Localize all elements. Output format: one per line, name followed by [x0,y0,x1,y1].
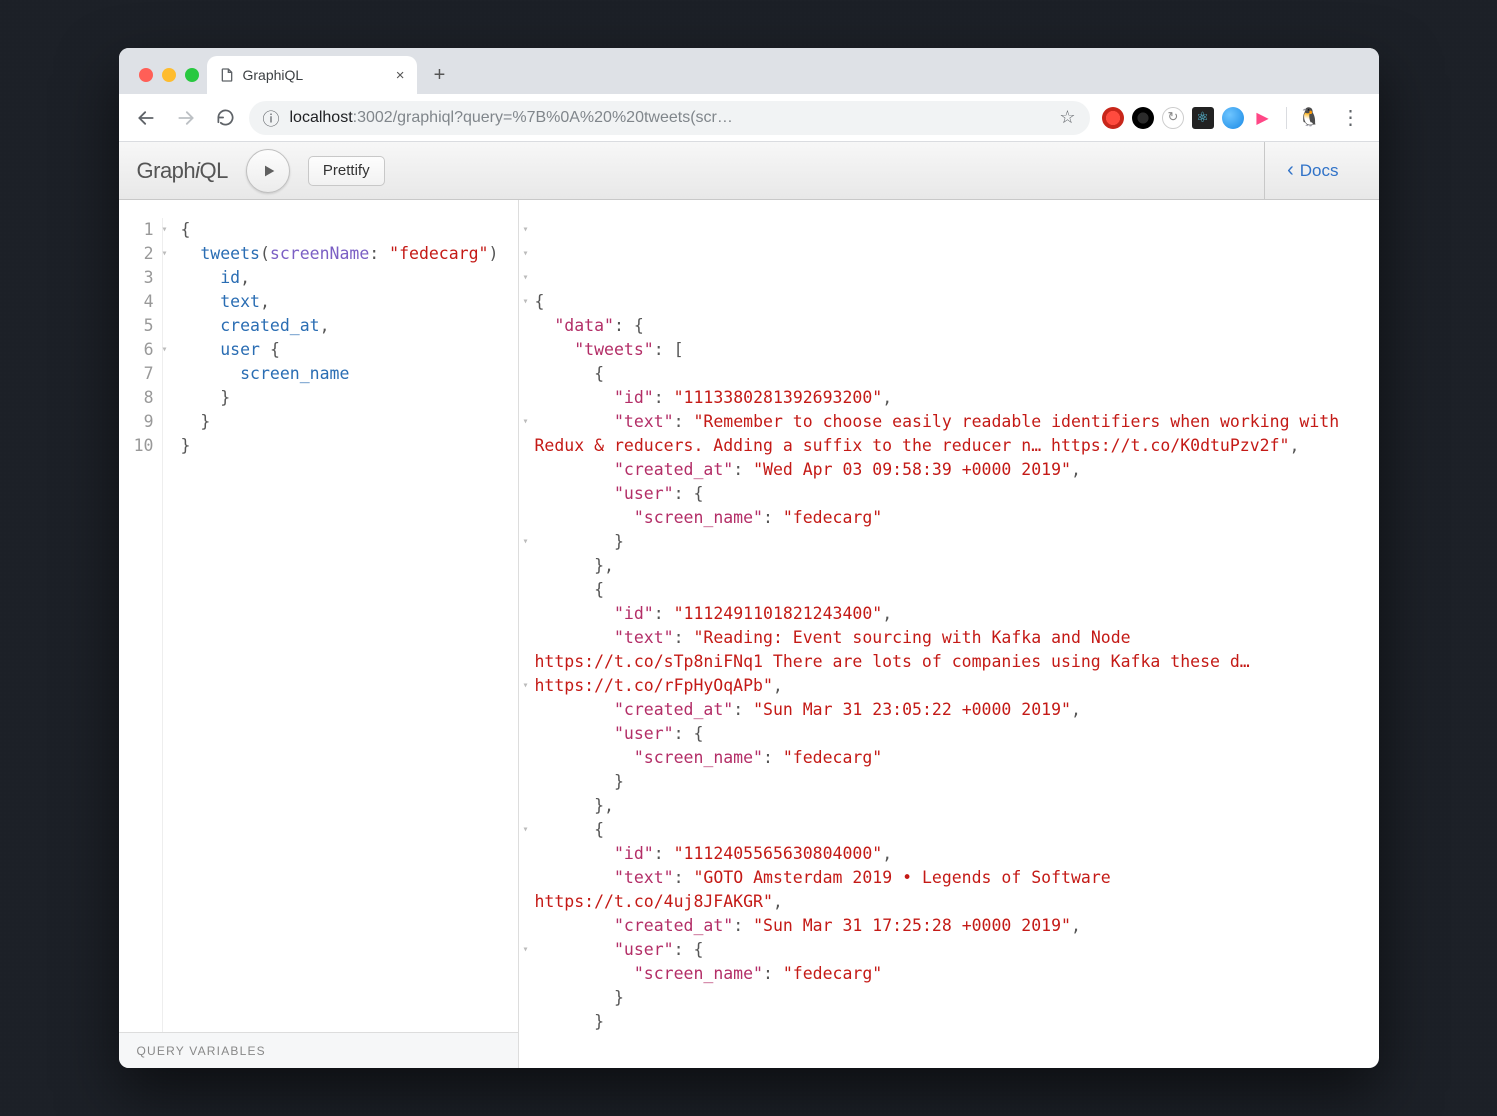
result-pane[interactable]: ▾▾▾▾▾▾▾▾▾ { "data": { "tweets": [ { "id"… [519,200,1379,1068]
close-window-icon[interactable] [139,68,153,82]
prettify-button[interactable]: Prettify [308,156,385,186]
extension-icon[interactable] [1102,107,1124,129]
url-bar: ⓘ localhost:3002/graphiql?query=%7B%0A%2… [119,94,1379,142]
browser-tab[interactable]: GraphiQL × [207,56,417,94]
docs-button[interactable]: ‹ Docs [1264,142,1360,199]
graphiql-toolbar: GraphiQL Prettify ‹ Docs [119,142,1379,200]
close-tab-icon[interactable]: × [396,67,405,84]
bookmark-star-icon[interactable]: ☆ [1059,107,1075,128]
extension-icon[interactable] [1132,107,1154,129]
graphiql-logo: GraphiQL [137,158,228,184]
extension-icon[interactable]: ▶ [1252,107,1274,129]
result-json: { "data": { "tweets": [ { "id": "1113380… [535,290,1369,1034]
site-info-icon[interactable]: ⓘ [263,105,280,130]
query-code: { tweets(screenName: "fedecarg") id, tex… [163,218,499,1032]
tab-title: GraphiQL [243,67,304,83]
query-pane: 1 2 3 4 5 6 7 8 9 10 { tweets(screenName… [119,200,519,1068]
execute-button[interactable] [246,149,290,193]
profile-avatar-icon[interactable]: 🐧 [1299,107,1321,129]
url-text: localhost:3002/graphiql?query=%7B%0A%20%… [290,109,1050,127]
chevron-left-icon: ‹ [1287,159,1294,182]
extensions: ↻ ⚛ ▶ 🐧 [1096,107,1327,129]
window-controls [133,68,207,94]
back-button[interactable] [129,101,163,135]
editor-panes: 1 2 3 4 5 6 7 8 9 10 { tweets(screenName… [119,200,1379,1068]
tab-bar: GraphiQL × + [119,48,1379,94]
result-fold-gutter: ▾▾▾▾▾▾▾▾▾ [519,218,533,962]
query-variables-toggle[interactable]: QUERY VARIABLES [119,1032,518,1068]
address-bar[interactable]: ⓘ localhost:3002/graphiql?query=%7B%0A%2… [249,101,1090,135]
minimize-window-icon[interactable] [162,68,176,82]
forward-button[interactable] [169,101,203,135]
separator [1286,107,1287,129]
file-icon [219,67,235,83]
browser-menu-icon[interactable]: ⋮ [1333,105,1369,130]
reload-button[interactable] [209,101,243,135]
browser-window: GraphiQL × + ⓘ localhost:3002/graphiql?q… [119,48,1379,1068]
line-gutter: 1 2 3 4 5 6 7 8 9 10 [119,218,163,1032]
extension-icon[interactable]: ↻ [1162,107,1184,129]
query-editor[interactable]: 1 2 3 4 5 6 7 8 9 10 { tweets(screenName… [119,200,518,1032]
extension-icon[interactable]: ⚛ [1192,107,1214,129]
docs-label: Docs [1300,161,1339,181]
extension-icon[interactable] [1222,107,1244,129]
play-icon [261,163,277,179]
maximize-window-icon[interactable] [185,68,199,82]
new-tab-button[interactable]: + [425,60,455,90]
